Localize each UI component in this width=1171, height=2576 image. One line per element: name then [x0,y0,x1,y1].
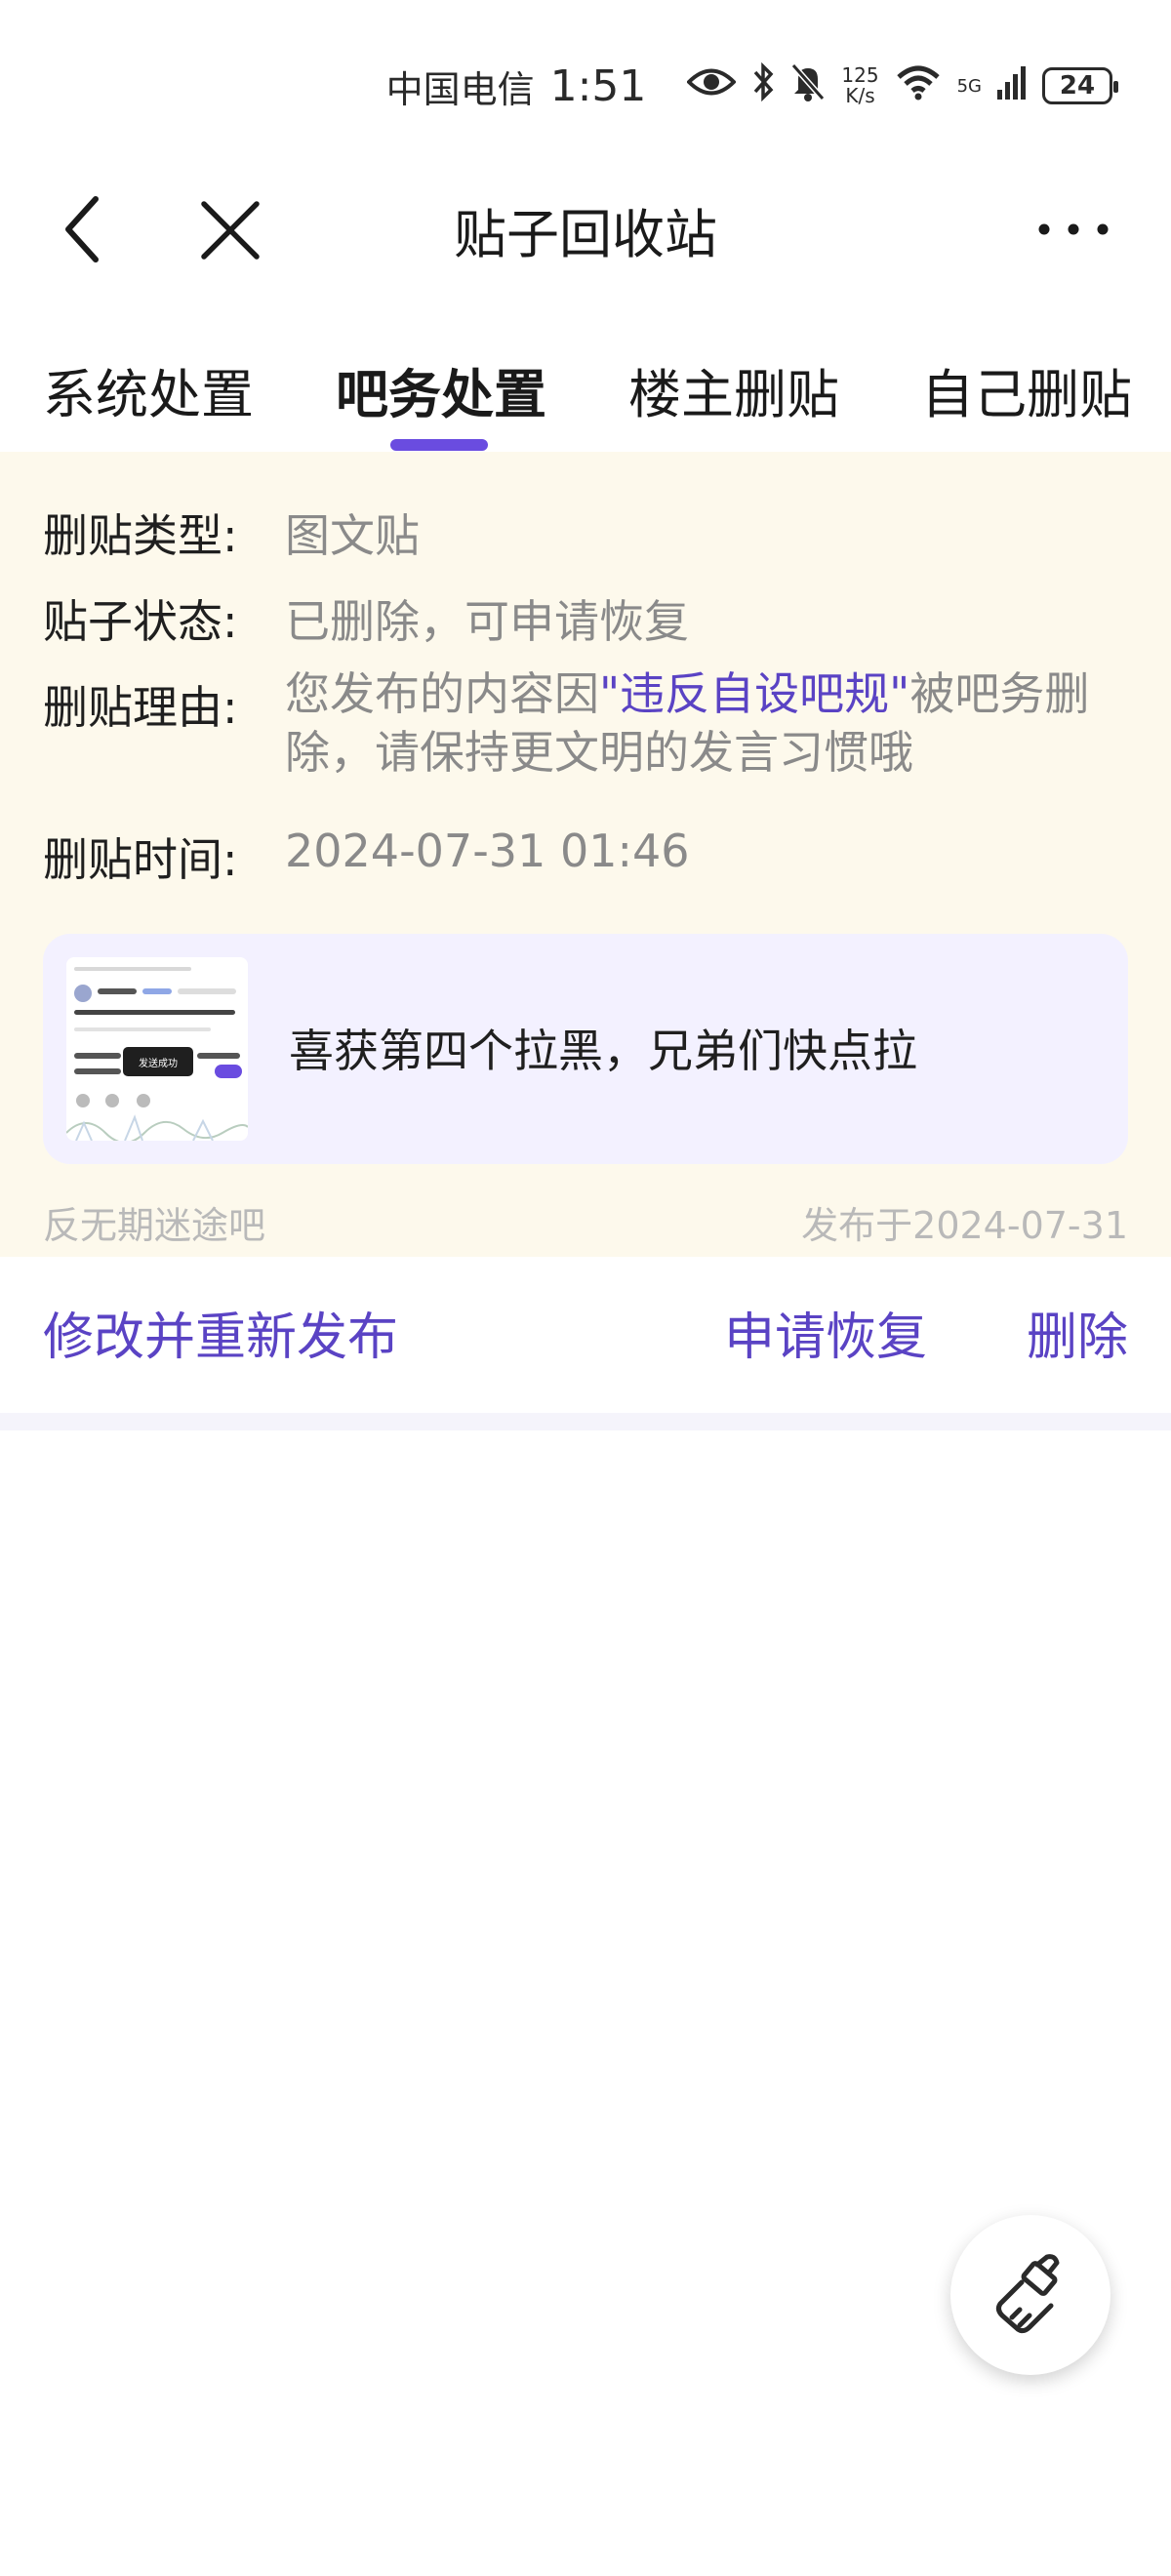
delete-button[interactable]: 删除 [1027,1296,1128,1369]
wifi-icon [895,63,942,109]
tab-moderator[interactable]: 吧务处置 [336,351,546,428]
rule-link[interactable]: "违反自设吧规" [599,667,909,720]
delete-reason-label: 删贴理由: [43,681,238,734]
active-tab-indicator [390,439,488,451]
status-bar: 中国电信 1:51 125 K/s 5G 24 [0,0,1171,166]
post-status-value: 已删除，可申请恢复 [285,595,689,648]
broom-icon [995,2254,1060,2334]
carrier-label: 中国电信 [385,67,535,111]
action-bar: 修改并重新发布 申请恢复 删除 [0,1257,1171,1413]
post-type-row: 删贴类型: 图文贴 [43,501,420,565]
title-bar: 贴子回收站 [0,166,1171,293]
post-type-label: 删贴类型: [43,509,238,562]
post-type-value: 图文贴 [285,509,420,562]
battery-indicator: 24 [1042,67,1118,104]
network-type: 5G [956,75,982,97]
apply-restore-button[interactable]: 申请恢复 [724,1296,927,1369]
delete-time-value: 2024-07-31 01:46 [285,825,690,877]
more-button[interactable] [1034,215,1112,244]
reason-prefix: 您发布的内容因 [285,667,599,720]
tab-system[interactable]: 系统处置 [43,351,254,428]
delete-reason-row: 删贴理由: 您发布的内容因"违反自设吧规"被吧务删除，请保持更文明的发言习惯哦 [43,667,1134,782]
post-status-label: 贴子状态: [43,595,238,648]
net-speed: 125 K/s [841,65,878,106]
clean-button[interactable] [950,2215,1110,2375]
section-divider [0,1413,1171,1430]
delete-reason-value: 您发布的内容因"违反自设吧规"被吧务删除，请保持更文明的发言习惯哦 [285,664,1134,782]
decoration-pattern-icon [66,1114,248,1141]
thumbnail-caption: 发送成功 [123,1047,193,1076]
forum-name[interactable]: 反无期迷途吧 [43,1195,265,1249]
net-speed-value: 125 [841,63,879,87]
mute-bell-icon [790,62,826,110]
post-preview[interactable]: 发送成功 喜获第四个拉黑，兄弟们快点拉 [43,934,1128,1164]
clock: 1:51 [549,60,647,111]
tab-thread-owner[interactable]: 楼主删贴 [628,351,839,428]
eye-icon [686,64,738,107]
bluetooth-icon [751,61,775,110]
net-speed-unit: K/s [845,84,875,107]
post-date: 发布于2024-07-31 [801,1204,1128,1247]
status-bar-right: 中国电信 1:51 125 K/s 5G 24 [385,57,1118,115]
delete-time-label: 删贴时间: [43,833,238,886]
signal-icon [997,64,1027,108]
post-preview-text: 喜获第四个拉黑，兄弟们快点拉 [289,1025,917,1077]
post-thumbnail: 发送成功 [66,957,248,1141]
edit-repost-button[interactable]: 修改并重新发布 [43,1296,398,1369]
deleted-post-card: 删贴类型: 图文贴 贴子状态: 已删除，可申请恢复 删贴理由: 您发布的内容因"… [0,452,1171,1257]
post-status-row: 贴子状态: 已删除，可申请恢复 [43,586,689,651]
more-horizontal-icon [1038,223,1109,235]
tab-self-deleted[interactable]: 自己删贴 [921,351,1132,428]
tab-bar: 系统处置 吧务处置 楼主删贴 自己删贴 [0,332,1171,454]
delete-time-row: 删贴时间: 2024-07-31 01:46 [43,825,690,889]
page-title: 贴子回收站 [454,204,717,265]
